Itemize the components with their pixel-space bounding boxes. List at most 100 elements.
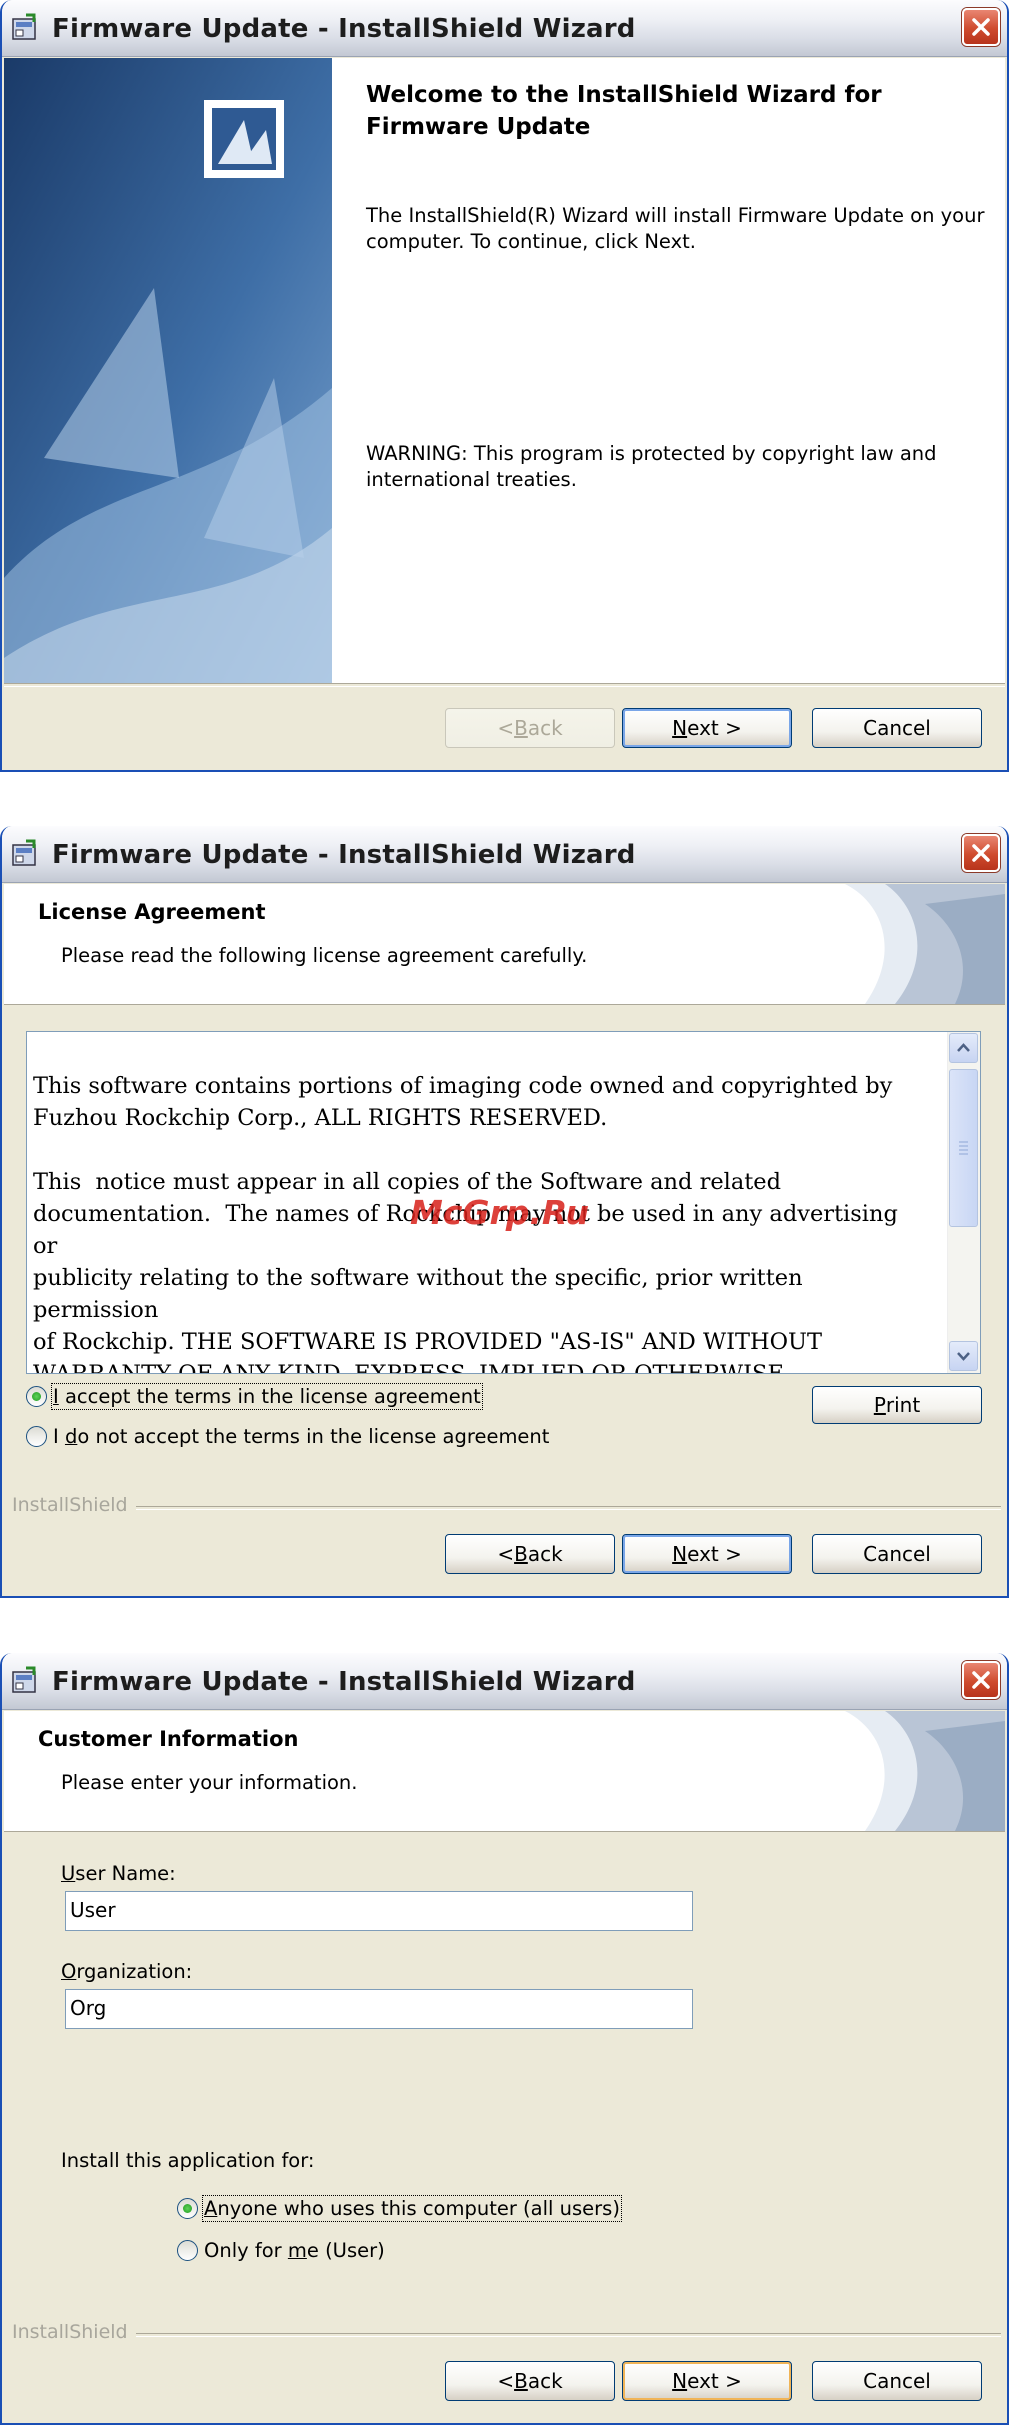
- license-dialog: Firmware Update - InstallShield Wizard L…: [0, 826, 1009, 1598]
- title-bar: Firmware Update - InstallShield Wizard: [2, 1653, 1007, 1710]
- header-art: [805, 884, 1005, 1004]
- back-button-label-post: ack: [527, 1542, 563, 1566]
- chevron-down-icon: [957, 1352, 970, 1361]
- only-me-radio-label: Only for me (User): [204, 2239, 385, 2262]
- window-title: Firmware Update - InstallShield Wizard: [52, 1667, 636, 1697]
- copyright-warning: WARNING: This program is protected by co…: [366, 442, 937, 491]
- installer-app-icon: [12, 13, 36, 40]
- organization-label-text: rganization:: [76, 1960, 193, 1983]
- only-me-accesskey: m: [287, 2238, 307, 2262]
- grip-icon: [959, 1141, 968, 1155]
- page-subtitle: Please enter your information.: [61, 1771, 358, 1794]
- decline-label-pre: I: [53, 1424, 65, 1448]
- user-name-field[interactable]: User: [65, 1891, 693, 1931]
- license-scrollbar[interactable]: [947, 1032, 980, 1373]
- page-title: Customer Information: [38, 1727, 299, 1751]
- welcome-heading: Welcome to the InstallShield Wizard for …: [366, 82, 882, 140]
- install-for-label: Install this application for:: [61, 2149, 315, 2172]
- welcome-panel: Welcome to the InstallShield Wizard for …: [332, 58, 1005, 683]
- close-icon: [972, 844, 990, 862]
- cancel-button[interactable]: Cancel: [812, 708, 982, 748]
- installer-app-icon: [12, 839, 36, 866]
- close-icon: [972, 1671, 990, 1689]
- print-accesskey: P: [873, 1393, 886, 1417]
- decline-accesskey: d: [64, 1424, 78, 1448]
- installshield-brand: InstallShield: [12, 2321, 128, 2343]
- page-header: Customer Information Please enter your i…: [4, 1711, 1005, 1832]
- back-button-label-pre: <: [497, 1542, 515, 1566]
- next-button-label: ext >: [687, 2369, 742, 2393]
- cancel-button[interactable]: Cancel: [812, 2361, 982, 2401]
- welcome-body-text: The InstallShield(R) Wizard will install…: [366, 204, 985, 253]
- page-title: License Agreement: [38, 900, 266, 924]
- close-button[interactable]: [962, 834, 1000, 872]
- header-art: [805, 1711, 1005, 1831]
- scroll-up-button[interactable]: [949, 1033, 978, 1063]
- welcome-dialog: Firmware Update - InstallShield Wizard W…: [0, 0, 1009, 772]
- button-bar-divider: [4, 683, 1005, 687]
- customer-info-dialog: Firmware Update - InstallShield Wizard C…: [0, 1653, 1009, 2425]
- only-me-label-post: e (User): [306, 2238, 385, 2262]
- scroll-thumb[interactable]: [949, 1069, 978, 1227]
- organization-accesskey: O: [61, 1960, 77, 1983]
- accept-radio-label: I accept the terms in the license agreem…: [51, 1382, 483, 1410]
- installer-app-icon: [12, 1666, 36, 1693]
- watermark: McGrp.Ru: [410, 1193, 590, 1232]
- user-name-label-text: ser Name:: [75, 1862, 176, 1885]
- cancel-button[interactable]: Cancel: [812, 1534, 982, 1574]
- decline-radio[interactable]: [26, 1425, 47, 1447]
- title-bar: Firmware Update - InstallShield Wizard: [2, 0, 1007, 57]
- next-button-accesskey: N: [672, 716, 688, 740]
- cancel-button-label: Cancel: [863, 2369, 931, 2393]
- back-button-label-pre: <: [497, 716, 515, 740]
- window-title: Firmware Update - InstallShield Wizard: [52, 840, 636, 870]
- decline-label-post: o not accept the terms in the license ag…: [77, 1424, 550, 1448]
- back-button[interactable]: < Back: [445, 1534, 615, 1574]
- only-me-label-pre: Only for: [204, 2238, 288, 2262]
- next-button-accesskey: N: [672, 2369, 688, 2393]
- next-button[interactable]: Next >: [622, 708, 792, 748]
- only-me-radio-option[interactable]: Only for me (User): [177, 2235, 385, 2265]
- all-users-label-text: nyone who uses this computer (all users): [217, 2196, 620, 2220]
- close-icon: [972, 18, 990, 36]
- all-users-radio-option[interactable]: Anyone who uses this computer (all users…: [177, 2193, 622, 2223]
- accept-radio-option[interactable]: I accept the terms in the license agreem…: [26, 1381, 483, 1411]
- wizard-side-art: [4, 58, 332, 683]
- print-button[interactable]: Print: [812, 1386, 982, 1424]
- scroll-down-button[interactable]: [949, 1341, 978, 1371]
- decline-radio-option[interactable]: I do not accept the terms in the license…: [26, 1421, 549, 1451]
- back-button[interactable]: < Back: [445, 2361, 615, 2401]
- cancel-button-label: Cancel: [863, 716, 931, 740]
- all-users-radio-label: Anyone who uses this computer (all users…: [202, 2194, 622, 2222]
- back-button-label-post: ack: [527, 2369, 563, 2393]
- all-users-radio[interactable]: [177, 2197, 198, 2219]
- cancel-button-label: Cancel: [863, 1542, 931, 1566]
- next-button[interactable]: Next >: [622, 2361, 792, 2401]
- next-button[interactable]: Next >: [622, 1534, 792, 1574]
- back-button[interactable]: < Back: [445, 708, 615, 748]
- window-title: Firmware Update - InstallShield Wizard: [52, 14, 636, 44]
- user-name-label: User Name:: [61, 1862, 176, 1885]
- brand-divider: [136, 1506, 1001, 1510]
- brand-divider: [136, 2333, 1001, 2337]
- all-users-accesskey: A: [204, 2196, 218, 2220]
- decline-radio-label: I do not accept the terms in the license…: [53, 1425, 549, 1448]
- installshield-brand: InstallShield: [12, 1494, 128, 1516]
- print-label: rint: [885, 1393, 921, 1417]
- next-button-label: ext >: [687, 716, 742, 740]
- back-button-accesskey: B: [514, 2369, 528, 2393]
- only-me-radio[interactable]: [177, 2239, 198, 2261]
- back-button-label-pre: <: [497, 2369, 515, 2393]
- next-button-label: ext >: [687, 1542, 742, 1566]
- back-button-label-post: ack: [527, 716, 563, 740]
- back-button-accesskey: B: [514, 1542, 528, 1566]
- accept-radio[interactable]: [26, 1385, 47, 1407]
- page-header: License Agreement Please read the follow…: [4, 884, 1005, 1005]
- organization-field[interactable]: Org: [65, 1989, 693, 2029]
- organization-label: Organization:: [61, 1960, 192, 1983]
- accept-label-text: accept the terms in the license agreemen…: [58, 1384, 481, 1408]
- close-button[interactable]: [962, 1661, 1000, 1699]
- title-bar: Firmware Update - InstallShield Wizard: [2, 826, 1007, 883]
- close-button[interactable]: [962, 8, 1000, 46]
- chevron-up-icon: [957, 1043, 970, 1052]
